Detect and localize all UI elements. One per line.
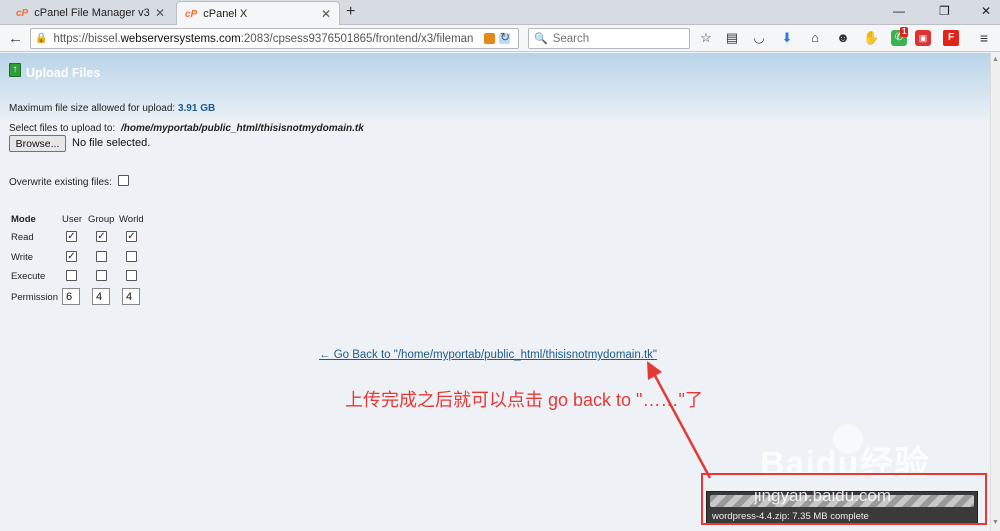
annotation-text: 上传完成之后就可以点击 go back to "……"了: [345, 390, 703, 410]
highlight-box: [701, 473, 987, 525]
